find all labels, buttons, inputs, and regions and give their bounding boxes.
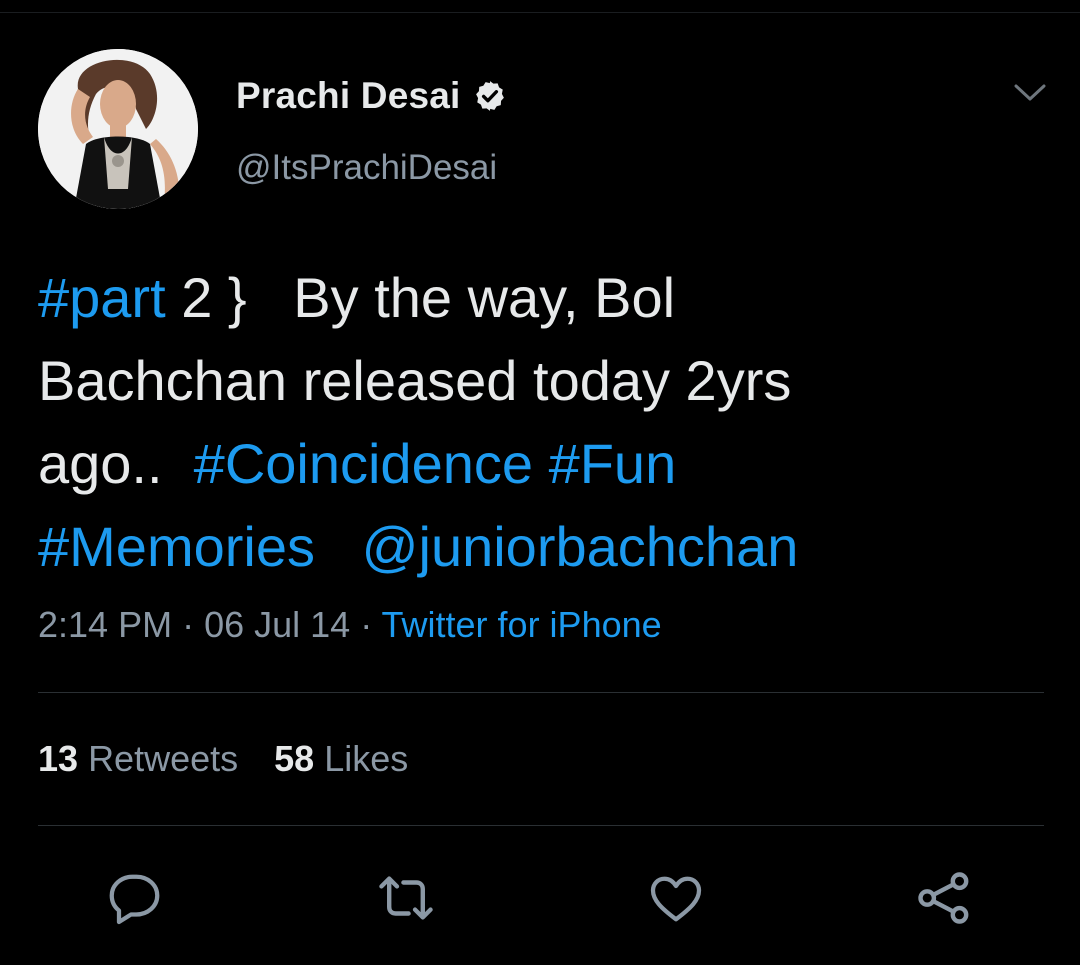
hashtag-link[interactable]: #Coincidence bbox=[194, 432, 533, 495]
avatar[interactable] bbox=[38, 49, 198, 209]
tweet-text-line: #Memories @juniorbachchan bbox=[38, 505, 1048, 588]
hashtag-link[interactable]: #part bbox=[38, 266, 166, 329]
tweet-text-segment: Bachchan released today 2yrs bbox=[38, 349, 792, 412]
hashtag-link[interactable]: #Memories bbox=[38, 515, 315, 578]
divider bbox=[38, 825, 1044, 826]
author-display-name[interactable]: Prachi Desai bbox=[236, 75, 461, 117]
likes-stat[interactable]: 58 Likes bbox=[274, 738, 408, 779]
retweet-icon bbox=[379, 876, 433, 920]
retweet-button[interactable] bbox=[374, 866, 438, 930]
chevron-down-icon[interactable] bbox=[1012, 80, 1048, 104]
mention-link[interactable]: @juniorbachchan bbox=[362, 515, 799, 578]
like-button[interactable] bbox=[644, 866, 708, 930]
tweet-time: 2:14 PM bbox=[38, 604, 173, 645]
retweets-label: Retweets bbox=[88, 738, 239, 779]
tweet-text-segment: 2 } By the way, Bol bbox=[165, 266, 676, 329]
tweet-text-line: Bachchan released today 2yrs bbox=[38, 339, 1048, 422]
tweet-text-segment: ago.. bbox=[38, 432, 194, 495]
author-handle[interactable]: @ItsPrachiDesai bbox=[236, 148, 497, 188]
top-divider bbox=[0, 12, 1080, 13]
tweet-text-segment bbox=[533, 432, 549, 495]
reply-button[interactable] bbox=[104, 866, 168, 930]
tweet-text-line: ago.. #Coincidence #Fun bbox=[38, 422, 1048, 505]
likes-label: Likes bbox=[324, 738, 409, 779]
tweet-text: #part 2 } By the way, Bol Bachchan releas… bbox=[38, 256, 1048, 588]
retweets-stat[interactable]: 13 Retweets bbox=[38, 738, 238, 779]
meta-separator: · bbox=[350, 604, 382, 645]
meta-separator: · bbox=[172, 604, 205, 645]
avatar-photo bbox=[38, 49, 198, 209]
likes-count: 58 bbox=[274, 738, 315, 779]
author-name-row[interactable]: Prachi Desai bbox=[236, 72, 507, 120]
tweet-date: 06 Jul 14 bbox=[204, 604, 351, 645]
verified-badge-icon bbox=[475, 81, 504, 111]
tweet-stats: 13 Retweets 58 Likes bbox=[38, 738, 408, 780]
tweet-text-line: #part 2 } By the way, Bol bbox=[38, 256, 1048, 339]
share-button[interactable] bbox=[912, 866, 976, 930]
tweet-text-segment bbox=[315, 515, 362, 578]
share-icon bbox=[918, 872, 969, 924]
reply-icon bbox=[109, 874, 160, 925]
retweets-count: 13 bbox=[38, 738, 79, 779]
heart-icon bbox=[650, 876, 702, 922]
tweet-meta: 2:14 PM · 06 Jul 14 · Twitter for iPhone bbox=[38, 604, 662, 646]
tweet-source-link[interactable]: Twitter for iPhone bbox=[382, 604, 662, 645]
hashtag-link[interactable]: #Fun bbox=[549, 432, 677, 495]
divider bbox=[38, 692, 1044, 693]
